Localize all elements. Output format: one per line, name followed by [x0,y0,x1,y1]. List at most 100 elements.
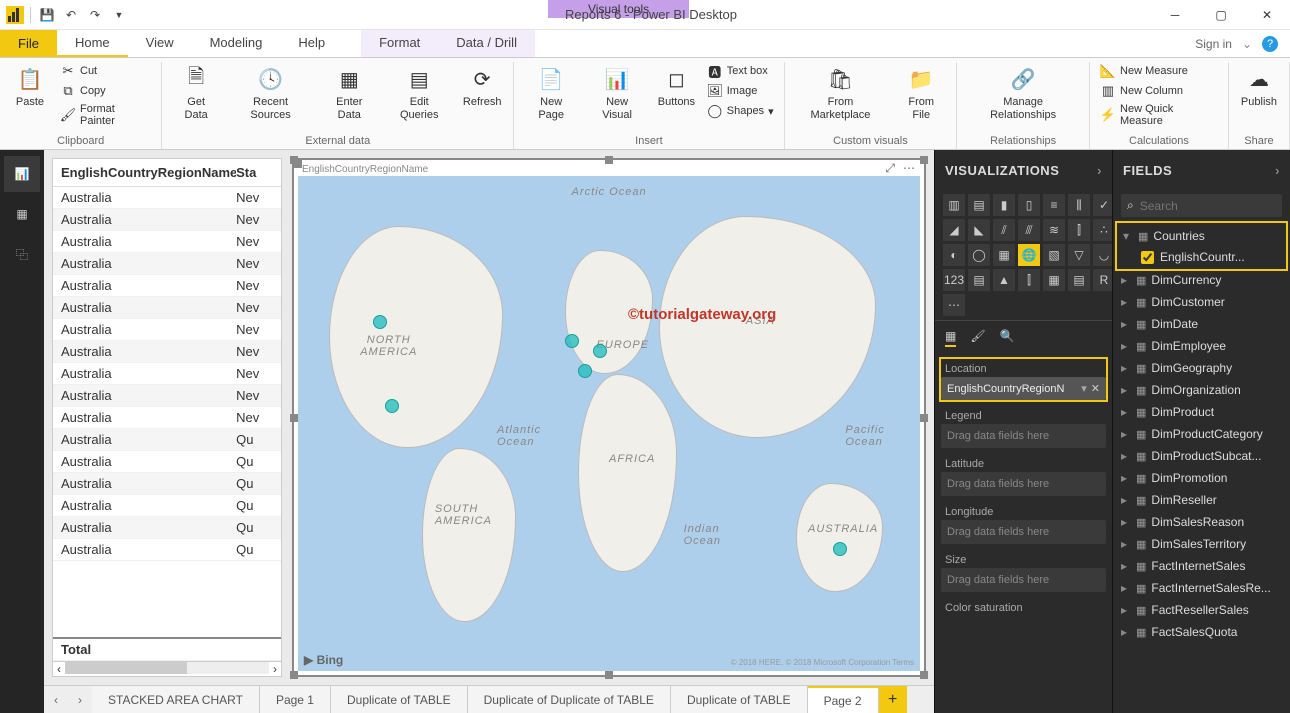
minimize-button[interactable]: ─ [1152,0,1198,30]
paste-button[interactable]: 📋Paste [8,62,52,111]
viz-area-icon[interactable]: ◢ [943,219,965,241]
longitude-well[interactable]: Longitude Drag data fields here [941,502,1106,544]
well-dropzone[interactable]: Drag data fields here [941,472,1106,496]
remove-field-icon[interactable]: ✕ [1091,382,1100,395]
field-table[interactable]: ▸▦DimDate [1117,313,1286,335]
fields-tab-icon[interactable]: ▦ [945,329,956,347]
viz-donut-icon[interactable]: ◯ [968,244,990,266]
manage-relationships-button[interactable]: 🔗Manage Relationships [965,62,1081,123]
focus-mode-icon[interactable]: ⤢ [885,161,895,176]
viz-slicer-icon[interactable]: ⫿ [1018,269,1040,291]
location-well[interactable]: Location EnglishCountryRegionN▾✕ [941,359,1106,400]
data-drill-tab[interactable]: Data / Drill [438,30,535,57]
undo-icon[interactable]: ↶ [61,5,81,25]
viz-stacked-area-icon[interactable]: ◣ [968,219,990,241]
copy-button[interactable]: ⧉Copy [58,82,153,100]
new-column-button[interactable]: ▥New Column [1098,82,1220,100]
viz-stacked-bar-icon[interactable]: ▥ [943,194,965,216]
collapse-pane-icon[interactable]: › [1097,163,1102,178]
map-bubble[interactable] [385,399,399,413]
shapes-button[interactable]: ◯Shapes▾ [705,102,776,120]
viz-treemap-icon[interactable]: ▦ [993,244,1015,266]
edit-queries-button[interactable]: ▤Edit Queries [385,62,453,123]
cut-button[interactable]: ✂Cut [58,62,153,80]
field-table[interactable]: ▸▦FactInternetSalesRe... [1117,577,1286,599]
table-row[interactable]: AustraliaNev [53,231,281,253]
field-column[interactable]: EnglishCountr... [1119,247,1284,267]
viz-matrix-icon[interactable]: ▤ [1068,269,1090,291]
get-data-button[interactable]: 🗎Get Data [170,62,222,123]
table-row[interactable]: AustraliaQu [53,473,281,495]
tab-scroll-left[interactable]: ‹ [44,686,68,713]
field-table[interactable]: ▸▦DimCurrency [1117,269,1286,291]
color-saturation-well[interactable]: Color saturation [941,598,1106,616]
well-dropzone[interactable]: Drag data fields here [941,424,1106,448]
viz-combo2-icon[interactable]: ⫻ [1018,219,1040,241]
enter-data-button[interactable]: ▦Enter Data [319,62,379,123]
table-scrollbar[interactable]: ‹› [53,661,281,676]
table-row[interactable]: AustraliaNev [53,187,281,209]
table-row[interactable]: AustraliaQu [53,517,281,539]
chevron-down-icon[interactable]: ⌄ [1242,37,1252,51]
file-tab[interactable]: File [0,30,57,57]
viz-multirow-icon[interactable]: ▤ [968,269,990,291]
viz-map-icon[interactable]: 🌐 [1018,244,1040,266]
viz-filled-map-icon[interactable]: ▧ [1043,244,1065,266]
search-input[interactable] [1140,199,1290,213]
new-visual-button[interactable]: 📊New Visual [586,62,648,123]
table-row[interactable]: AustraliaNev [53,209,281,231]
field-table[interactable]: ▸▦DimProductSubcat... [1117,445,1286,467]
field-table[interactable]: ▾▦Countries [1119,225,1284,247]
format-tab[interactable]: Format [361,30,438,57]
field-table[interactable]: ▸▦DimEmployee [1117,335,1286,357]
format-tab-icon[interactable]: 🖌 [970,329,985,347]
field-checkbox[interactable] [1141,251,1154,264]
table-row[interactable]: AustraliaQu [53,451,281,473]
save-icon[interactable]: 💾 [37,5,57,25]
field-table[interactable]: ▸▦FactResellerSales [1117,599,1286,621]
map-bubble[interactable] [373,315,387,329]
location-chip[interactable]: EnglishCountryRegionN▾✕ [941,377,1106,400]
table-row[interactable]: AustraliaNev [53,275,281,297]
help-icon[interactable]: ? [1262,36,1278,52]
add-page-button[interactable]: + [879,686,907,713]
viz-more-icon[interactable]: ⋯ [943,294,965,316]
close-button[interactable]: ✕ [1244,0,1290,30]
redo-icon[interactable]: ↷ [85,5,105,25]
from-marketplace-button[interactable]: 🛍From Marketplace [793,62,889,123]
viz-kpi-icon[interactable]: ▲ [993,269,1015,291]
qat-dropdown-icon[interactable]: ▼ [109,5,129,25]
viz-combo-icon[interactable]: ⫽ [993,219,1015,241]
map-visual[interactable]: ⤢ ⋯ EnglishCountryRegionName Arctic Ocea… [292,158,926,677]
home-tab[interactable]: Home [57,30,128,57]
model-view-button[interactable]: ⿻ [4,236,40,272]
refresh-button[interactable]: ⟳Refresh [459,62,505,111]
collapse-pane-icon[interactable]: › [1275,163,1280,178]
table-row[interactable]: AustraliaNev [53,407,281,429]
page-tab[interactable]: Duplicate of Duplicate of TABLE [468,686,671,713]
size-well[interactable]: Size Drag data fields here [941,550,1106,592]
table-row[interactable]: AustraliaQu [53,539,281,561]
more-options-icon[interactable]: ⋯ [903,161,915,176]
new-quick-measure-button[interactable]: ⚡New Quick Measure [1098,102,1220,128]
textbox-button[interactable]: 🅰Text box [705,62,776,80]
format-painter-button[interactable]: 🖌Format Painter [58,102,153,128]
viz-clustered-bar-icon[interactable]: ▤ [968,194,990,216]
modeling-tab[interactable]: Modeling [192,30,281,57]
table-row[interactable]: AustraliaQu [53,495,281,517]
legend-well[interactable]: Legend Drag data fields here [941,406,1106,448]
viz-card-icon[interactable]: 123 [943,269,965,291]
fields-search[interactable]: ⌕ [1121,194,1282,217]
table-row[interactable]: AustraliaNev [53,363,281,385]
analytics-tab-icon[interactable]: 🔍 [1000,329,1015,347]
field-table[interactable]: ▸▦DimReseller [1117,489,1286,511]
viz-100col-icon[interactable]: ⫼ [1068,194,1090,216]
page-tab[interactable]: Duplicate of TABLE [331,686,468,713]
viz-waterfall-icon[interactable]: ⫿ [1068,219,1090,241]
from-file-button[interactable]: 📁From File [894,62,948,123]
page-tab[interactable]: Page 1 [260,686,331,713]
data-view-button[interactable]: ▦ [4,196,40,232]
page-tab[interactable]: STACKED AREA CHART [92,686,260,713]
view-tab[interactable]: View [128,30,192,57]
viz-funnel-icon[interactable]: ▽ [1068,244,1090,266]
